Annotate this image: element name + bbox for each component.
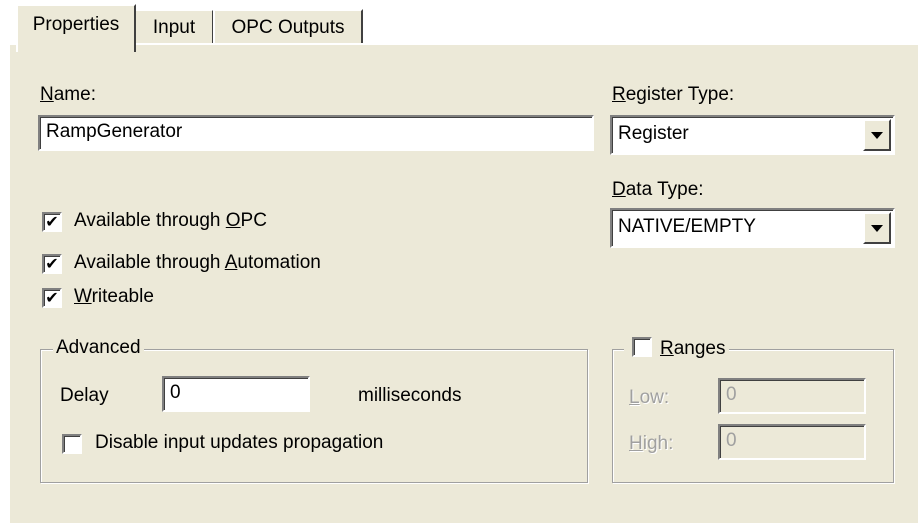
delay-unit-label: milliseconds xyxy=(358,385,462,406)
disable-propagation-label: Disable input updates propagation xyxy=(95,432,384,453)
delay-value: 0 xyxy=(170,382,181,403)
chevron-down-icon xyxy=(871,225,883,232)
name-value: RampGenerator xyxy=(46,121,183,142)
name-label: Name: xyxy=(40,84,96,105)
advanced-group-title: Advanced xyxy=(53,337,144,359)
data-type-dropdown-button[interactable] xyxy=(863,212,891,244)
low-input[interactable]: 0 xyxy=(718,378,866,414)
advanced-group xyxy=(40,349,588,483)
disable-propagation-checkbox[interactable] xyxy=(62,434,82,454)
name-field[interactable]: RampGenerator xyxy=(38,115,594,151)
available-automation-checkbox[interactable]: ✔ xyxy=(42,254,62,274)
available-automation-label: Available through Automation xyxy=(74,252,321,273)
writeable-label: Writeable xyxy=(74,286,154,307)
high-label: High: xyxy=(629,433,674,454)
ranges-group xyxy=(612,349,894,483)
low-label: Low: xyxy=(629,387,670,408)
data-type-select[interactable]: NATIVE/EMPTY xyxy=(610,208,895,248)
register-type-value: Register xyxy=(618,123,689,144)
ranges-group-title: Ranges xyxy=(624,337,729,360)
ranges-checkbox[interactable] xyxy=(632,337,652,357)
chevron-down-icon xyxy=(871,132,883,139)
register-type-select[interactable]: Register xyxy=(610,115,895,155)
data-type-label: Data Type: xyxy=(612,179,704,200)
delay-label: Delay xyxy=(60,385,109,406)
register-type-dropdown-button[interactable] xyxy=(863,119,891,151)
low-value: 0 xyxy=(726,384,737,405)
high-value: 0 xyxy=(726,430,737,451)
available-opc-label: Available through OPC xyxy=(74,210,267,231)
data-type-value: NATIVE/EMPTY xyxy=(618,216,756,237)
writeable-checkbox[interactable]: ✔ xyxy=(42,288,62,308)
high-input[interactable]: 0 xyxy=(718,424,866,460)
available-opc-checkbox[interactable]: ✔ xyxy=(42,212,62,232)
register-type-label: Register Type: xyxy=(612,84,735,105)
delay-input[interactable]: 0 xyxy=(162,376,310,412)
